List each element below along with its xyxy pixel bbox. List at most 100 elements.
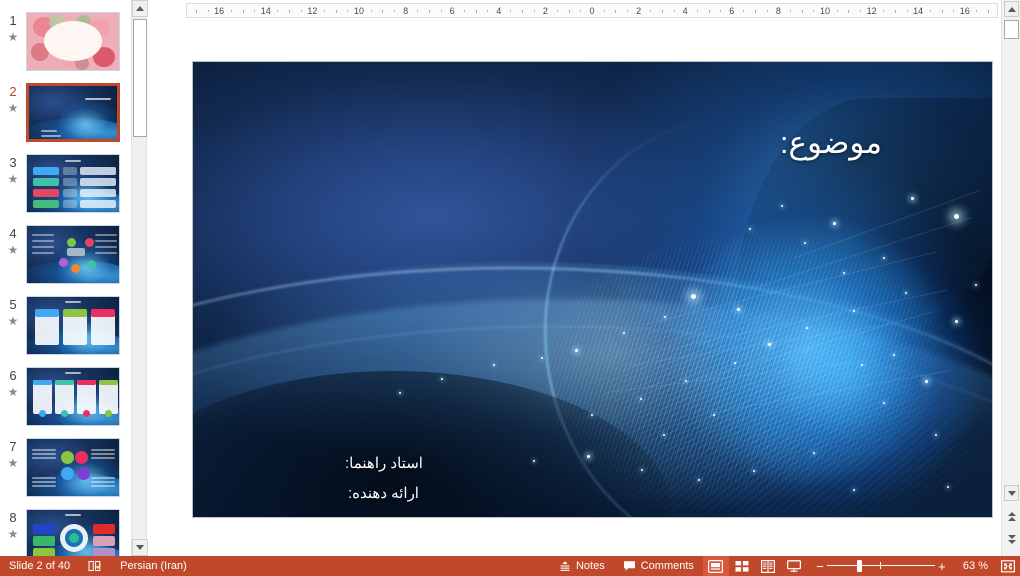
thumbnail-meta: 1 ★ — [0, 12, 26, 45]
glow-particle — [911, 197, 914, 200]
thumb-card — [33, 536, 55, 546]
zoom-percent-button[interactable]: 63 % — [955, 556, 996, 576]
thumbnail-meta: 8 ★ — [0, 509, 26, 542]
glow-particle — [698, 479, 700, 481]
thumbnail-item-4[interactable]: 4 ★ — [0, 225, 129, 296]
comments-button[interactable]: Comments — [614, 556, 703, 576]
scroll-down-icon[interactable] — [132, 539, 148, 556]
ruler-tick — [615, 10, 617, 13]
thumb-card — [33, 178, 59, 186]
comments-icon — [623, 561, 635, 571]
animation-star-icon[interactable]: ★ — [0, 243, 26, 258]
fit-slide-icon — [1001, 559, 1015, 572]
ruler-label: 2 — [542, 6, 548, 16]
ruler-label: 6 — [449, 6, 455, 16]
status-bar: Slide 2 of 40 Persian (Iran) Notes Comme… — [0, 556, 1020, 576]
glow-particle — [853, 489, 855, 491]
slide-sorter-button[interactable] — [729, 556, 755, 576]
ruler-tick — [696, 10, 698, 12]
animation-star-icon[interactable]: ★ — [0, 385, 26, 400]
ruler-tick — [894, 10, 896, 13]
comments-label: Comments — [640, 560, 694, 572]
ruler-tick — [533, 10, 535, 12]
thumbnail-item-3[interactable]: 3 ★ — [0, 154, 129, 225]
thumbnail-item-5[interactable]: 5 ★ — [0, 296, 129, 367]
glow-particle — [925, 380, 928, 383]
thumbnail-meta: 5 ★ — [0, 296, 26, 329]
thumbnail-preview[interactable] — [26, 12, 120, 71]
slide-supervisor-text[interactable]: استاد راهنما: — [345, 454, 423, 472]
thumb-text-line — [91, 449, 115, 451]
thumb-text-line — [91, 457, 115, 459]
thumbnail-item-2[interactable]: 2 ★ — [0, 83, 129, 154]
glow-particle — [541, 357, 543, 359]
thumb-decoration — [89, 19, 109, 37]
thumbnail-item-7[interactable]: 7 ★ — [0, 438, 129, 509]
slide-pane-scrollbar[interactable] — [1001, 0, 1020, 556]
language-indicator[interactable]: Persian (Iran) — [111, 556, 196, 576]
thumb-shape — [61, 467, 74, 480]
ruler-tick — [580, 10, 582, 12]
ruler-tick — [289, 10, 291, 13]
notes-button[interactable]: Notes — [550, 556, 614, 576]
slide-counter[interactable]: Slide 2 of 40 — [0, 556, 79, 576]
slide-thumbnail-pane[interactable]: 1 ★ 2 ★ 3 ★ 4 ★ 5 ★ 6 ★ 7 ★ 8 ★ — [0, 0, 129, 556]
ruler-tick — [801, 10, 803, 13]
thumbnail-preview[interactable] — [26, 154, 120, 213]
thumb-text-line — [91, 477, 115, 479]
thumbnail-preview[interactable] — [26, 225, 120, 284]
zoom-in-button[interactable]: + — [935, 560, 949, 573]
thumbnail-preview[interactable] — [26, 296, 120, 355]
zoom-handle[interactable] — [856, 560, 862, 572]
animation-star-icon[interactable]: ★ — [0, 101, 26, 116]
thumbnail-scroll-thumb[interactable] — [133, 19, 147, 137]
fit-slide-button[interactable] — [996, 556, 1020, 576]
glow-particle — [883, 257, 885, 259]
animation-star-icon[interactable]: ★ — [0, 30, 26, 45]
zoom-track[interactable] — [826, 556, 935, 576]
slide-canvas[interactable]: موضوع: استاد راهنما: ارائه دهنده: — [193, 62, 992, 517]
ruler-label: 8 — [775, 6, 781, 16]
ruler-tick — [626, 10, 628, 12]
animation-star-icon[interactable]: ★ — [0, 456, 26, 471]
thumbnail-meta: 7 ★ — [0, 438, 26, 471]
slide-show-button[interactable] — [781, 556, 807, 576]
horizontal-ruler[interactable]: 16 14 12 10 8 6 4 2 0 2 4 6 8 10 12 14 16 — [186, 3, 998, 18]
slide-presenter-text[interactable]: ارائه دهنده: — [348, 484, 419, 502]
slide-scroll-thumb[interactable] — [1004, 20, 1019, 39]
thumbnail-preview[interactable] — [26, 367, 120, 426]
animation-star-icon[interactable]: ★ — [0, 527, 26, 542]
thumbnail-item-6[interactable]: 6 ★ — [0, 367, 129, 438]
thumb-card — [99, 380, 118, 385]
thumbnail-preview[interactable] — [26, 83, 120, 142]
glow-particle — [883, 402, 885, 404]
thumbnail-item-1[interactable]: 1 ★ — [0, 12, 129, 83]
thumbnail-preview[interactable] — [26, 509, 120, 556]
normal-view-button[interactable] — [702, 556, 729, 576]
thumbnail-preview[interactable] — [26, 438, 120, 497]
next-slide-icon[interactable] — [1004, 531, 1019, 547]
thumb-decoration — [58, 98, 117, 139]
zoom-out-button[interactable]: − — [813, 560, 827, 573]
thumbnail-meta: 4 ★ — [0, 225, 26, 258]
reading-view-button[interactable] — [755, 556, 781, 576]
ruler-tick — [813, 10, 815, 12]
animation-star-icon[interactable]: ★ — [0, 314, 26, 329]
scroll-up-icon[interactable] — [1004, 1, 1019, 17]
previous-slide-icon[interactable] — [1004, 508, 1019, 524]
slide-title-text[interactable]: موضوع: — [780, 125, 882, 161]
animation-star-icon[interactable]: ★ — [0, 172, 26, 187]
scroll-down-icon[interactable] — [1004, 485, 1019, 501]
scroll-up-icon[interactable] — [132, 0, 148, 17]
zoom-slider[interactable]: − + — [807, 556, 955, 576]
thumbnail-item-8[interactable]: 8 ★ — [0, 509, 129, 556]
ruler-tick — [848, 10, 850, 13]
ruler-tick — [230, 10, 232, 12]
thumb-text-line — [32, 481, 56, 483]
glow-particle — [493, 364, 495, 366]
ruler-label: 8 — [403, 6, 409, 16]
thumb-card — [63, 178, 77, 186]
ruler-tick — [650, 10, 652, 12]
thumbnail-pane-scrollbar[interactable] — [131, 0, 148, 556]
proofing-icon[interactable] — [79, 556, 111, 576]
